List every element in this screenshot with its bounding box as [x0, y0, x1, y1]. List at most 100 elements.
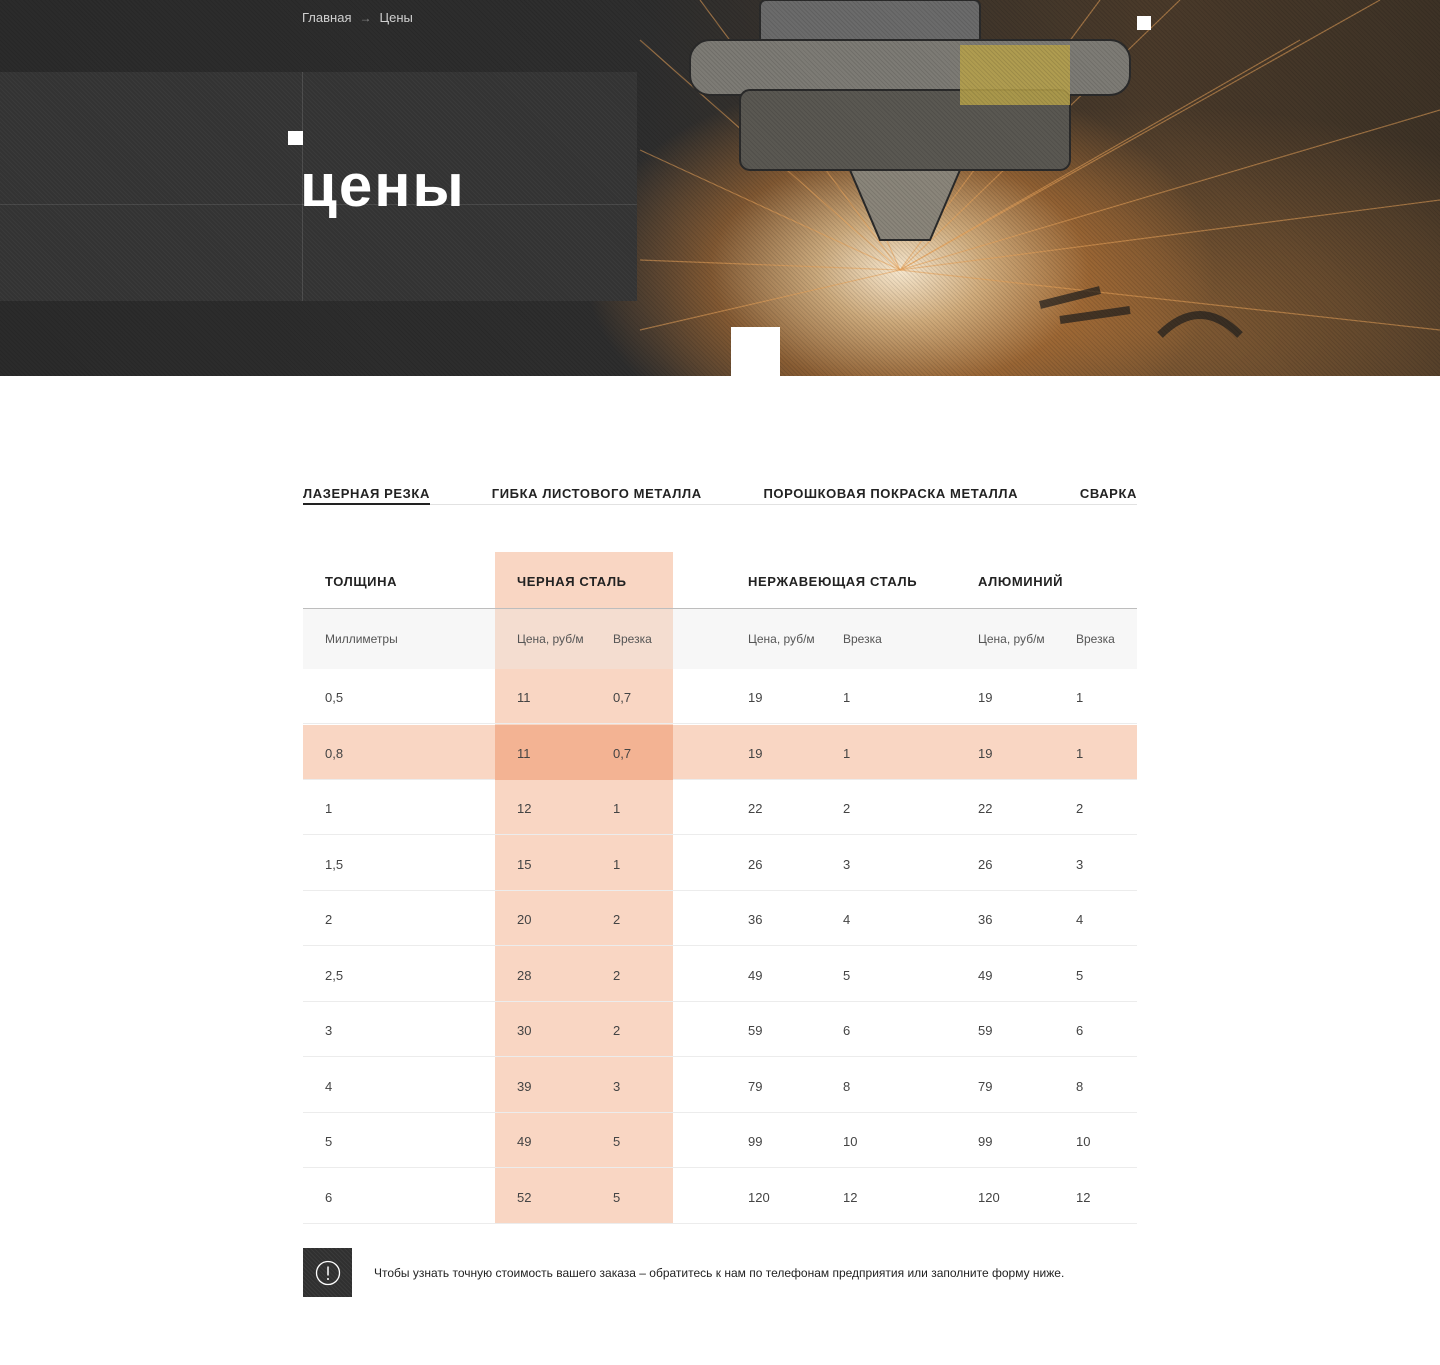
cell-stainless-price: 59 [748, 1023, 763, 1038]
cell-black-pierce: 5 [613, 1189, 621, 1205]
breadcrumb-current: Цены [379, 10, 413, 25]
cell-black-pierce: 2 [613, 1023, 621, 1038]
cell-aluminum-pierce: 8 [1076, 1078, 1084, 1094]
cell-aluminum-pierce: 1 [1076, 690, 1084, 705]
table-row: 4 39 3 79 8 79 8 [303, 1058, 1137, 1113]
breadcrumb: Главная → Цены [302, 10, 413, 25]
cell-aluminum-price: 36 [978, 912, 993, 927]
cell-aluminum-pierce: 1 [1076, 745, 1084, 761]
cell-aluminum-price: 79 [978, 1078, 993, 1094]
cell-stainless-pierce: 4 [843, 912, 851, 927]
table-row: 0,5 11 0,7 19 1 19 1 [303, 669, 1137, 724]
cell-black-pierce: 5 [613, 1134, 621, 1149]
cell-stainless-price: 120 [748, 1189, 770, 1205]
page-title: цены [300, 152, 466, 219]
cell-thickness: 2 [325, 912, 333, 927]
subheader-price: Цена, руб/м [978, 632, 1045, 646]
tab-welding[interactable]: Сварка [1080, 482, 1137, 505]
cell-stainless-pierce: 1 [843, 745, 851, 761]
cell-aluminum-pierce: 3 [1076, 856, 1084, 872]
table-row: 3 30 2 59 6 59 6 [303, 1002, 1137, 1057]
cell-black-pierce: 0,7 [613, 690, 632, 705]
cell-stainless-pierce: 3 [843, 856, 851, 872]
cell-thickness: 1 [325, 801, 333, 816]
table-subheader-labels: Миллиметры Цена, руб/м Врезка Цена, руб/… [303, 609, 1137, 669]
cell-aluminum-price: 59 [978, 1023, 993, 1038]
cell-stainless-pierce: 8 [843, 1078, 851, 1094]
header-aluminum: Алюминий [978, 574, 1064, 589]
cell-black-pierce: 2 [613, 912, 621, 927]
tab-laser-cutting[interactable]: Лазерная резка [303, 482, 430, 505]
cell-black-pierce: 1 [613, 801, 621, 816]
cell-black-pierce: 0,7 [613, 745, 632, 761]
tab-sheet-bending[interactable]: Гибка листового металла [492, 482, 702, 505]
cell-black-price: 15 [517, 856, 532, 872]
cell-stainless-price: 49 [748, 967, 763, 983]
cell-thickness: 0,5 [325, 690, 344, 705]
cell-aluminum-price: 19 [978, 745, 993, 761]
subheader-millimeters: Миллиметры [325, 632, 398, 646]
header-stainless-steel: Нержавеющая сталь [748, 574, 918, 589]
cell-thickness: 2,5 [325, 967, 344, 983]
breadcrumb-home-link[interactable]: Главная [302, 10, 351, 25]
cell-thickness: 5 [325, 1134, 333, 1149]
cell-stainless-price: 79 [748, 1078, 763, 1094]
cell-black-price: 20 [517, 912, 532, 927]
cell-black-price: 11 [517, 690, 531, 705]
cell-stainless-pierce: 5 [843, 967, 851, 983]
cell-thickness: 0,8 [325, 745, 344, 761]
subheader-price: Цена, руб/м [517, 632, 584, 646]
decor-square [288, 131, 303, 145]
cell-thickness: 6 [325, 1189, 333, 1205]
cell-stainless-pierce: 6 [843, 1023, 851, 1038]
table-row: 0,8 11 0,7 19 1 19 1 [303, 724, 1137, 780]
subheader-pierce: Врезка [843, 632, 882, 646]
cell-black-price: 28 [517, 967, 532, 983]
decor-square [731, 327, 780, 376]
cell-stainless-price: 22 [748, 801, 763, 816]
table-row: 2 20 2 36 4 36 4 [303, 891, 1137, 946]
cell-black-pierce: 2 [613, 967, 621, 983]
table-header-row: Толщина Черная сталь Нержавеющая сталь А… [303, 552, 1137, 609]
cell-aluminum-pierce: 2 [1076, 801, 1084, 816]
header-black-steel: Черная сталь [517, 574, 627, 589]
cell-aluminum-price: 99 [978, 1134, 993, 1149]
cell-black-pierce: 3 [613, 1078, 621, 1094]
cell-thickness: 3 [325, 1023, 333, 1038]
note-text: Чтобы узнать точную стоимость вашего зак… [374, 1265, 1065, 1280]
arrow-right-icon: → [359, 10, 372, 25]
cell-black-price: 49 [517, 1134, 532, 1149]
cell-stainless-pierce: 10 [843, 1134, 858, 1149]
table-row: 1,5 15 1 26 3 26 3 [303, 836, 1137, 891]
header-thickness: Толщина [325, 574, 398, 589]
cell-stainless-price: 19 [748, 690, 763, 705]
cell-black-price: 52 [517, 1189, 532, 1205]
hero-banner: Главная → Цены цены [0, 0, 1440, 376]
cell-stainless-price: 99 [748, 1134, 763, 1149]
decor-square [1137, 16, 1151, 30]
cell-aluminum-pierce: 5 [1076, 967, 1084, 983]
cell-black-pierce: 1 [613, 856, 621, 872]
cell-thickness: 4 [325, 1078, 333, 1094]
subheader-price: Цена, руб/м [748, 632, 815, 646]
table-row: 1 12 1 22 2 22 2 [303, 780, 1137, 835]
table-row: 5 49 5 99 10 99 10 [303, 1113, 1137, 1168]
cell-aluminum-price: 120 [978, 1189, 1000, 1205]
cell-aluminum-pierce: 6 [1076, 1023, 1084, 1038]
tab-powder-coating[interactable]: Порошковая покраска металла [763, 482, 1018, 505]
service-tabs: Лазерная резка Гибка листового металла П… [303, 482, 1137, 505]
cell-aluminum-price: 22 [978, 801, 993, 816]
cell-stainless-price: 36 [748, 912, 763, 927]
cell-black-price: 30 [517, 1023, 532, 1038]
table-row: 6 52 5 120 12 120 12 [303, 1169, 1137, 1224]
cell-black-price: 11 [517, 745, 531, 761]
subheader-pierce: Врезка [613, 632, 652, 646]
price-note: Чтобы узнать точную стоимость вашего зак… [303, 1248, 1064, 1297]
cell-stainless-pierce: 2 [843, 801, 851, 816]
table-row: 2,5 28 2 49 5 49 5 [303, 947, 1137, 1002]
cell-aluminum-pierce: 10 [1076, 1134, 1091, 1149]
cell-stainless-price: 19 [748, 745, 763, 761]
cell-stainless-pierce: 12 [843, 1189, 858, 1205]
cell-aluminum-pierce: 4 [1076, 912, 1084, 927]
cell-aluminum-price: 26 [978, 856, 993, 872]
